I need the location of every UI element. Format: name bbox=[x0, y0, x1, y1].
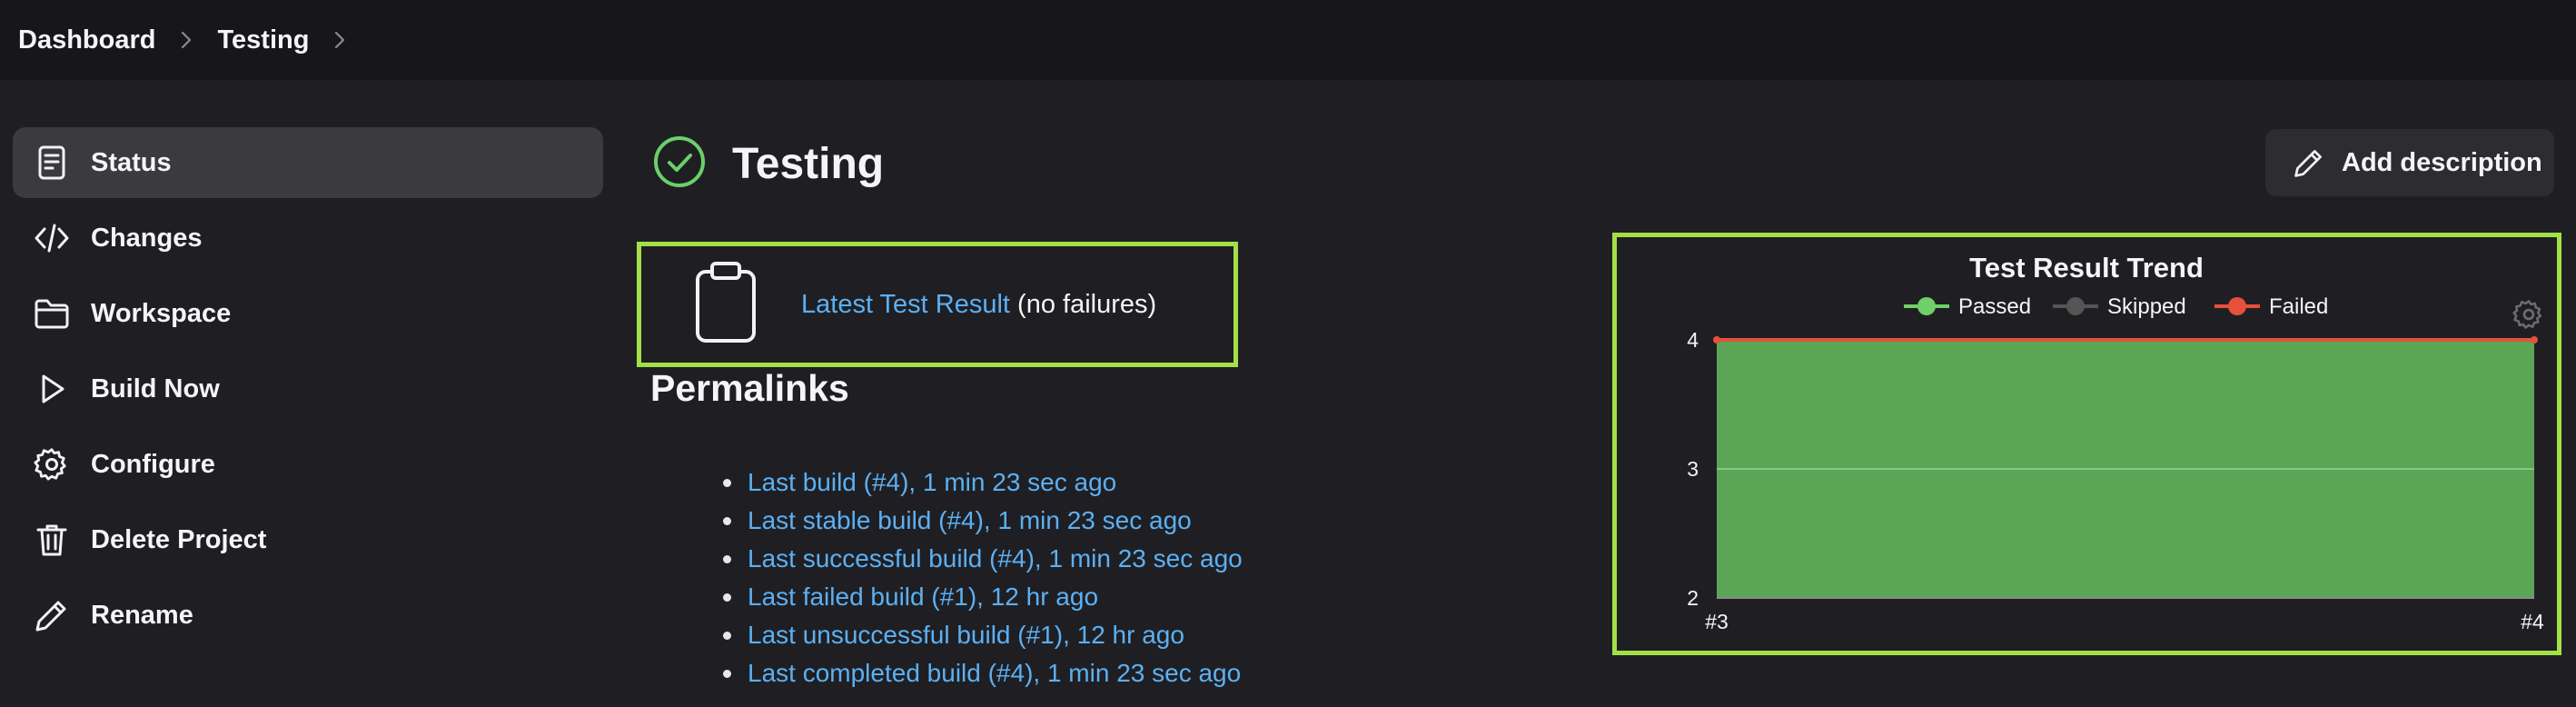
latest-test-result-panel: Latest Test Result (no failures) bbox=[637, 242, 1238, 367]
failed-point bbox=[1713, 336, 1720, 344]
x-tick-label: #3 bbox=[1705, 610, 1729, 633]
bullet bbox=[723, 516, 731, 525]
legend-marker-skipped bbox=[2066, 297, 2085, 315]
permalink-text: Last failed build (#1), 12 hr ago bbox=[748, 583, 1099, 611]
document-icon bbox=[33, 144, 71, 182]
sidebar: Status Changes Workspace Build Now Confi… bbox=[13, 127, 603, 655]
y-tick-label: 2 bbox=[1687, 586, 1699, 610]
test-result-trend-panel: Test Result Trend Passed Skipped Failed 2 3… bbox=[1612, 233, 2561, 655]
sidebar-item-build-now[interactable]: Build Now bbox=[13, 354, 603, 424]
sidebar-item-label: Rename bbox=[91, 600, 193, 630]
legend-label-skipped: Skipped bbox=[2107, 294, 2186, 319]
trash-icon bbox=[33, 521, 71, 559]
chart-title: Test Result Trend bbox=[1969, 252, 2204, 284]
bullet bbox=[723, 631, 731, 640]
permalink-text: Last build (#4), 1 min 23 sec ago bbox=[748, 468, 1117, 496]
permalink-text: Last successful build (#4), 1 min 23 sec… bbox=[748, 544, 1243, 573]
sidebar-item-label: Build Now bbox=[91, 373, 220, 403]
permalink-last-completed-build[interactable]: Last completed build (#4), 1 min 23 sec … bbox=[723, 654, 1243, 692]
sidebar-item-label: Status bbox=[91, 147, 172, 177]
breadcrumb-dashboard[interactable]: Dashboard bbox=[18, 25, 155, 55]
chart-plot-area: 2 3 4 #3 #4 bbox=[1687, 328, 2544, 633]
sidebar-item-label: Configure bbox=[91, 449, 215, 479]
sidebar-item-label: Changes bbox=[91, 223, 203, 253]
sidebar-item-delete-project[interactable]: Delete Project bbox=[13, 504, 603, 575]
play-icon bbox=[33, 370, 71, 408]
y-tick-label: 3 bbox=[1687, 457, 1699, 481]
clipboard-icon bbox=[694, 261, 758, 349]
legend-marker-failed bbox=[2228, 297, 2246, 315]
folder-icon bbox=[33, 294, 71, 333]
legend-label-failed: Failed bbox=[2269, 294, 2328, 319]
pencil-icon bbox=[33, 596, 71, 634]
sidebar-item-label: Workspace bbox=[91, 298, 232, 328]
test-result-trend-chart: Test Result Trend Passed Skipped Failed 2 3… bbox=[1687, 252, 2544, 633]
add-description-label: Add description bbox=[2342, 147, 2542, 177]
x-tick-label: #4 bbox=[2521, 610, 2544, 633]
y-tick-label: 4 bbox=[1687, 328, 1699, 352]
bullet bbox=[723, 554, 731, 563]
sidebar-item-configure[interactable]: Configure bbox=[13, 429, 603, 500]
failed-point bbox=[2531, 336, 2538, 344]
permalink-last-build[interactable]: Last build (#4), 1 min 23 sec ago bbox=[723, 463, 1243, 502]
legend-label-passed: Passed bbox=[1958, 294, 2031, 319]
latest-test-result-link[interactable]: Latest Test Result bbox=[801, 290, 1010, 319]
gear-icon bbox=[33, 445, 71, 483]
legend-marker-passed bbox=[1917, 297, 1936, 315]
page-title: Testing bbox=[732, 140, 885, 188]
sidebar-item-rename[interactable]: Rename bbox=[13, 580, 603, 651]
permalinks-list: Last build (#4), 1 min 23 sec ago Last s… bbox=[723, 463, 1243, 692]
permalink-last-stable-build[interactable]: Last stable build (#4), 1 min 23 sec ago bbox=[723, 502, 1243, 540]
permalink-last-unsuccessful-build[interactable]: Last unsuccessful build (#1), 12 hr ago bbox=[723, 616, 1243, 654]
chart-legend: Passed Skipped Failed bbox=[1904, 294, 2328, 319]
chevron-right-icon[interactable] bbox=[331, 29, 349, 51]
permalink-text: Last stable build (#4), 1 min 23 sec ago bbox=[748, 506, 1192, 534]
pencil-icon bbox=[2293, 146, 2325, 179]
permalink-last-failed-build[interactable]: Last failed build (#1), 12 hr ago bbox=[723, 578, 1243, 616]
sidebar-item-status[interactable]: Status bbox=[13, 127, 603, 198]
permalinks-heading: Permalinks bbox=[650, 367, 849, 409]
breadcrumb: Dashboard Testing bbox=[0, 0, 2576, 80]
add-description-button[interactable]: Add description bbox=[2265, 129, 2554, 196]
code-icon bbox=[33, 219, 71, 257]
page-header: Testing bbox=[652, 134, 884, 194]
permalink-text: Last completed build (#4), 1 min 23 sec … bbox=[748, 659, 1242, 687]
permalink-text: Last unsuccessful build (#1), 12 hr ago bbox=[748, 621, 1184, 649]
latest-test-result-text: Latest Test Result (no failures) bbox=[801, 290, 1156, 320]
sidebar-item-workspace[interactable]: Workspace bbox=[13, 278, 603, 349]
chevron-right-icon bbox=[177, 29, 195, 51]
bullet bbox=[723, 669, 731, 678]
breadcrumb-testing[interactable]: Testing bbox=[217, 25, 309, 55]
sidebar-item-label: Delete Project bbox=[91, 524, 267, 554]
check-circle-icon bbox=[652, 134, 707, 194]
permalink-last-successful-build[interactable]: Last successful build (#4), 1 min 23 sec… bbox=[723, 540, 1243, 578]
result-summary: (no failures) bbox=[1017, 289, 1157, 319]
bullet bbox=[723, 478, 731, 487]
bullet bbox=[723, 592, 731, 602]
sidebar-item-changes[interactable]: Changes bbox=[13, 203, 603, 274]
